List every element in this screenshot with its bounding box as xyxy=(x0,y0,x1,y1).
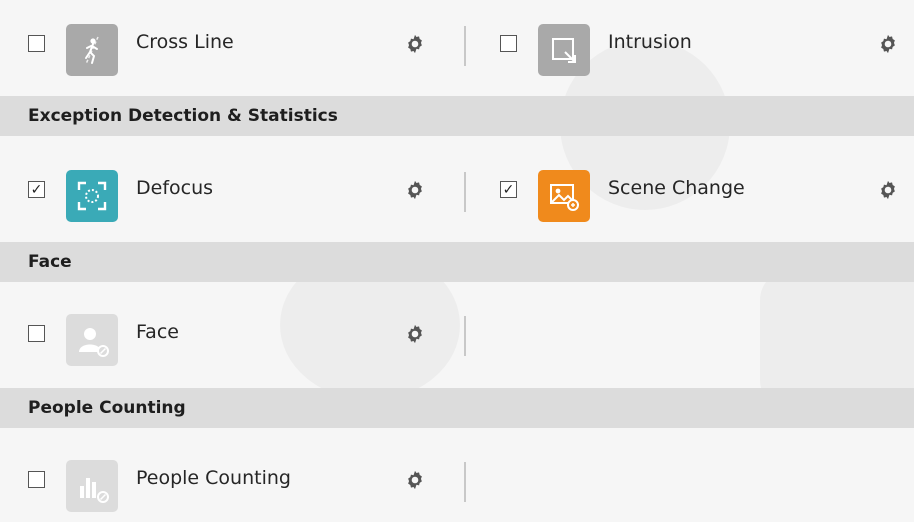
column-divider xyxy=(464,26,466,66)
defocus-label: Defocus xyxy=(136,177,214,199)
section-header-people-counting: People Counting xyxy=(0,388,914,428)
scene-change-settings-gear-icon[interactable] xyxy=(877,179,899,201)
face-icon[interactable] xyxy=(66,314,118,366)
function-cell-face: Face xyxy=(0,300,466,368)
column-divider xyxy=(464,172,466,212)
function-cell-cross-line: Cross Line xyxy=(0,10,466,78)
people-counting-label: People Counting xyxy=(136,467,291,489)
section-title: Exception Detection & Statistics xyxy=(28,106,338,126)
function-cell-intrusion: Intrusion xyxy=(472,10,914,78)
cross-line-settings-gear-icon[interactable] xyxy=(404,33,426,55)
face-label: Face xyxy=(136,321,179,343)
function-cell-defocus: ✓ Defocus xyxy=(0,156,466,224)
function-row: People Counting xyxy=(0,446,914,514)
scene-change-checkbox[interactable]: ✓ xyxy=(500,181,517,198)
function-cell-scene-change: ✓ Scene Change xyxy=(472,156,914,224)
intrusion-checkbox[interactable] xyxy=(500,35,517,52)
defocus-checkbox[interactable]: ✓ xyxy=(28,181,45,198)
defocus-settings-gear-icon[interactable] xyxy=(404,179,426,201)
function-cell-people-counting: People Counting xyxy=(0,446,466,514)
scene-change-label: Scene Change xyxy=(608,177,745,199)
intrusion-settings-gear-icon[interactable] xyxy=(877,33,899,55)
people-counting-checkbox[interactable] xyxy=(28,471,45,488)
section-header-face: Face xyxy=(0,242,914,282)
people-counting-settings-gear-icon[interactable] xyxy=(404,469,426,491)
intrusion-icon[interactable] xyxy=(538,24,590,76)
scene-change-icon[interactable] xyxy=(538,170,590,222)
cross-line-label: Cross Line xyxy=(136,31,234,53)
defocus-icon[interactable] xyxy=(66,170,118,222)
function-row: Face xyxy=(0,300,914,368)
column-divider xyxy=(464,462,466,502)
face-settings-gear-icon[interactable] xyxy=(404,323,426,345)
cross-line-checkbox[interactable] xyxy=(28,35,45,52)
function-row: ✓ Defocus ✓ Scene Change xyxy=(0,156,914,224)
section-title: People Counting xyxy=(28,398,186,418)
people-counting-icon[interactable] xyxy=(66,460,118,512)
cross-line-icon[interactable] xyxy=(66,24,118,76)
section-title: Face xyxy=(28,252,72,272)
section-header-exception-detection: Exception Detection & Statistics xyxy=(0,96,914,136)
function-row: Cross Line Intrusion xyxy=(0,10,914,78)
column-divider xyxy=(464,316,466,356)
intrusion-label: Intrusion xyxy=(608,31,692,53)
face-checkbox[interactable] xyxy=(28,325,45,342)
